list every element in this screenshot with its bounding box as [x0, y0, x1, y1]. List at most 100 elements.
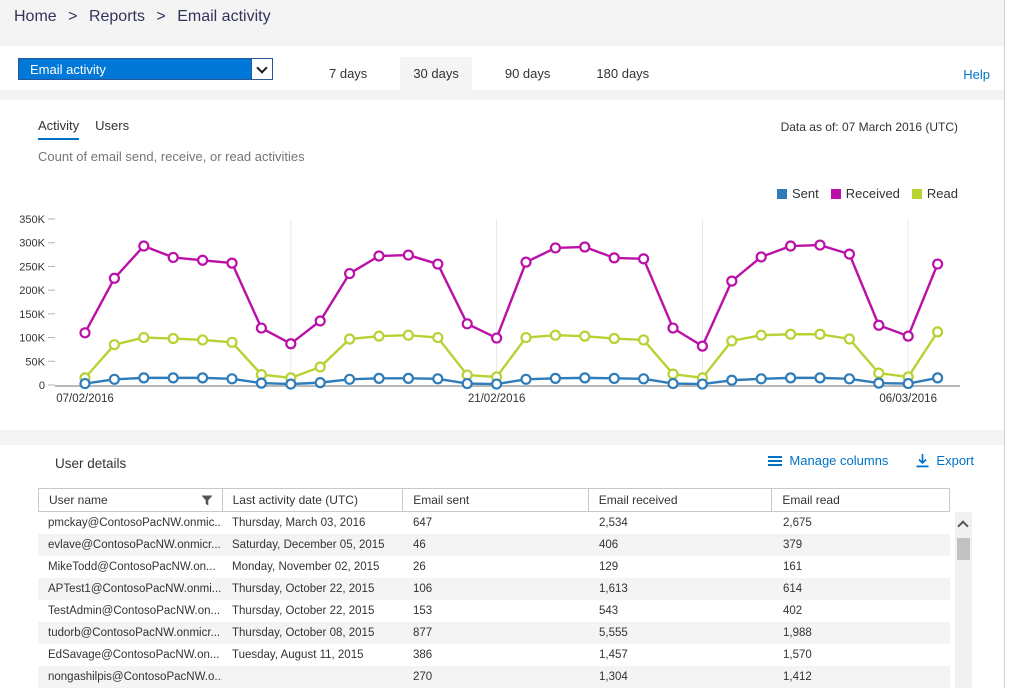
tab-users[interactable]: Users [95, 118, 129, 140]
x-axis-label: 07/02/2016 [56, 393, 114, 405]
data-as-of-label: Data as of: 07 March 2016 (UTC) [781, 120, 958, 134]
data-point-sent [228, 374, 237, 383]
data-point-received [81, 328, 90, 337]
chevron-down-icon [251, 59, 272, 79]
data-point-read [610, 334, 619, 343]
window-edge [1004, 0, 1010, 688]
cell-email-sent: 270 [403, 666, 589, 688]
cell-email-read: 379 [773, 534, 950, 556]
breadcrumb-bar: Home > Reports > Email activity [0, 0, 1010, 46]
column-header-email-sent[interactable]: Email sent [403, 489, 589, 511]
period-tabs: 7 days 30 days 90 days 180 days [316, 57, 662, 90]
data-point-received [727, 277, 736, 286]
manage-columns-button[interactable]: Manage columns [768, 453, 888, 468]
column-header-user-name[interactable]: User name [39, 489, 223, 511]
data-point-sent [610, 374, 619, 383]
svg-text:300K: 300K [19, 238, 45, 250]
report-type-select[interactable]: Email activity [18, 58, 273, 80]
cell-email-read: 1,988 [773, 622, 950, 644]
data-point-read [404, 331, 413, 340]
table-row: APTest1@ContosoPacNW.onmi...Thursday, Oc… [38, 578, 950, 600]
tab-30-days[interactable]: 30 days [400, 57, 472, 90]
data-point-sent [463, 379, 472, 388]
data-point-read [228, 338, 237, 347]
cell-user: tudorb@ContosoPacNW.onmicr... [38, 622, 222, 644]
data-point-read [669, 370, 678, 379]
data-point-read [727, 336, 736, 345]
table-row: evlave@ContosoPacNW.onmicr...Saturday, D… [38, 534, 950, 556]
data-point-sent [580, 373, 589, 382]
user-details-card: User details Manage columns Export User … [0, 445, 1010, 688]
table-row: TestAdmin@ContosoPacNW.on...Thursday, Oc… [38, 600, 950, 622]
filter-icon[interactable] [201, 495, 213, 506]
data-point-sent [904, 379, 913, 388]
data-point-received [786, 242, 795, 251]
data-point-sent [551, 374, 560, 383]
export-button[interactable]: Export [916, 453, 974, 468]
data-point-read [786, 330, 795, 339]
x-axis-label: 06/03/2016 [879, 393, 937, 405]
data-point-sent [139, 373, 148, 382]
column-header-email-received[interactable]: Email received [589, 489, 773, 511]
data-point-read [874, 369, 883, 378]
tab-activity[interactable]: Activity [38, 118, 79, 140]
chart-subtitle: Count of email send, receive, or read ac… [38, 149, 305, 164]
cell-email-read: 161 [773, 556, 950, 578]
breadcrumb-reports[interactable]: Reports [89, 8, 145, 25]
data-point-sent [522, 375, 531, 384]
cell-email-received: 406 [589, 534, 773, 556]
data-point-received [933, 260, 942, 269]
cell-email-received: 2,534 [589, 512, 773, 534]
cell-email-sent: 386 [403, 644, 589, 666]
column-header-label: Email sent [413, 493, 469, 507]
tab-90-days[interactable]: 90 days [492, 57, 564, 90]
column-header-last-activity-date-utc-[interactable]: Last activity date (UTC) [223, 489, 404, 511]
data-point-sent [786, 373, 795, 382]
table-scrollbar[interactable] [955, 512, 972, 688]
scrollbar-thumb[interactable] [957, 538, 970, 560]
data-point-received [639, 254, 648, 263]
data-point-received [110, 274, 119, 283]
cell-last-activity-date: Saturday, December 05, 2015 [222, 534, 403, 556]
legend-item-sent: Sent [777, 186, 819, 201]
column-header-email-read[interactable]: Email read [772, 489, 949, 511]
data-point-received [580, 242, 589, 251]
data-point-sent [316, 378, 325, 387]
cell-user: nongashilpis@ContosoPacNW.o... [38, 666, 222, 688]
svg-text:200K: 200K [19, 285, 45, 297]
table-body: pmckay@ContosoPacNW.onmic...Thursday, Ma… [38, 512, 950, 688]
table-title: User details [55, 456, 126, 471]
svg-text:350K: 350K [19, 214, 45, 226]
series-line-received [85, 245, 938, 346]
data-point-sent [345, 375, 354, 384]
data-point-read [757, 331, 766, 340]
activity-report-card: Activity Users Data as of: 07 March 2016… [0, 100, 1010, 430]
data-point-received [345, 269, 354, 278]
scroll-up-icon[interactable] [957, 520, 968, 531]
cell-email-sent: 153 [403, 600, 589, 622]
cell-last-activity-date: Thursday, October 22, 2015 [222, 578, 403, 600]
column-header-label: Email read [782, 493, 839, 507]
data-point-received [404, 251, 413, 260]
data-point-sent [286, 380, 295, 389]
help-link[interactable]: Help [963, 67, 990, 82]
data-point-read [169, 334, 178, 343]
table-header-row: User nameLast activity date (UTC) Email s… [38, 488, 950, 512]
export-label: Export [936, 453, 974, 468]
data-point-read [580, 332, 589, 341]
legend-swatch-icon [912, 189, 922, 199]
data-point-sent [727, 376, 736, 385]
data-point-received [286, 339, 295, 348]
tab-7-days[interactable]: 7 days [316, 57, 380, 90]
table-row: pmckay@ContosoPacNW.onmic...Thursday, Ma… [38, 512, 950, 534]
legend-label: Sent [792, 186, 819, 201]
tab-180-days[interactable]: 180 days [583, 57, 662, 90]
breadcrumb-home[interactable]: Home [14, 8, 57, 25]
legend-item-read: Read [912, 186, 958, 201]
cell-last-activity-date [222, 666, 403, 688]
cell-email-received: 129 [589, 556, 773, 578]
data-point-sent [698, 380, 707, 389]
cell-email-received: 1,613 [589, 578, 773, 600]
data-point-received [757, 252, 766, 261]
table-row: EdSavage@ContosoPacNW.on...Tuesday, Augu… [38, 644, 950, 666]
